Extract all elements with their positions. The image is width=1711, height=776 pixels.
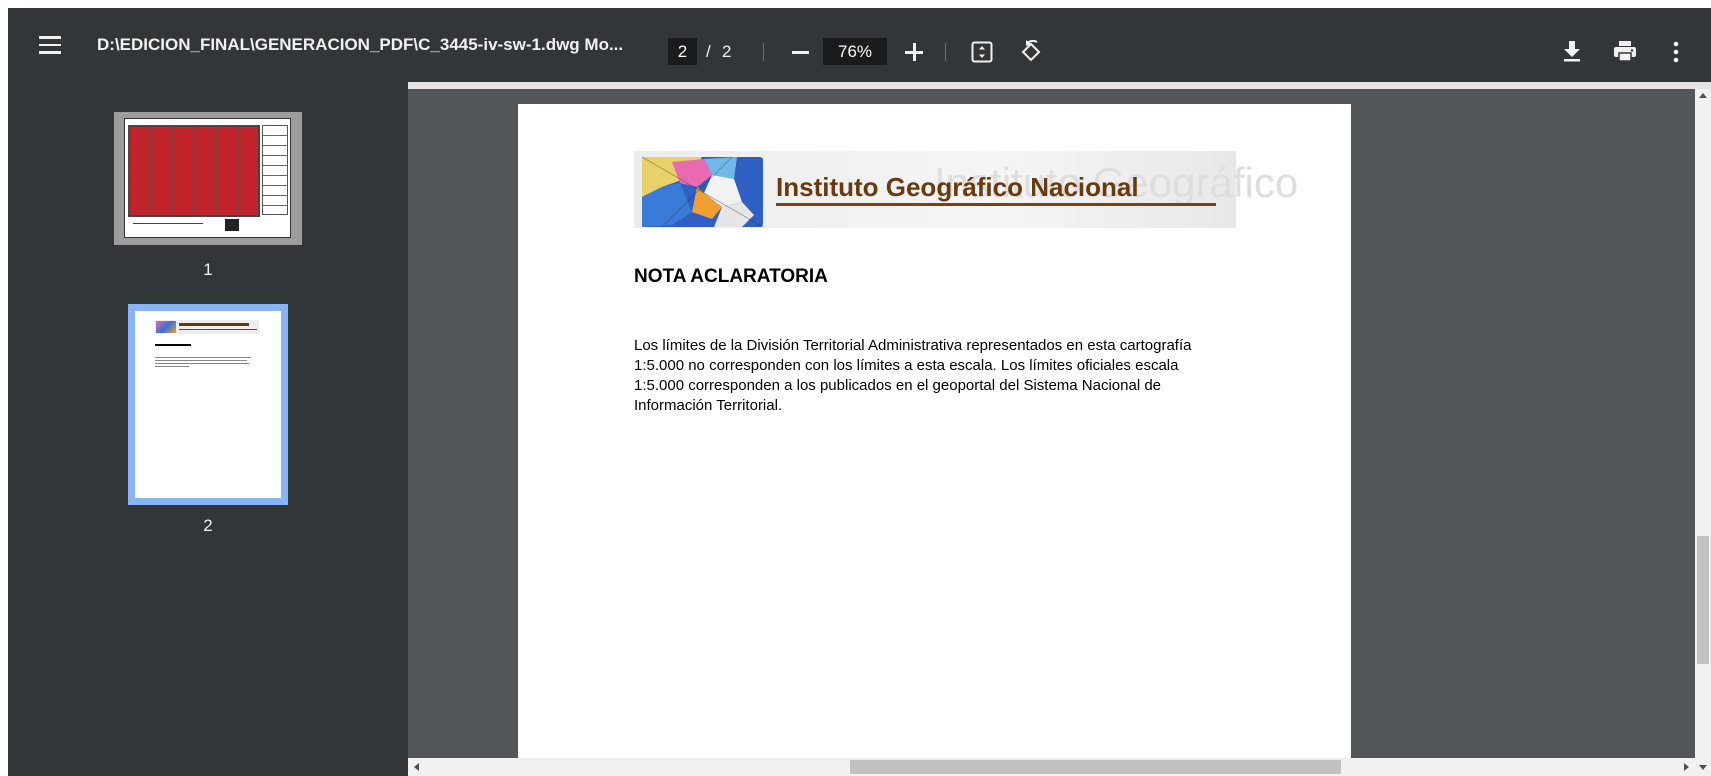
page-number-input[interactable]: 2 — [668, 38, 697, 65]
page-separator: / — [706, 42, 711, 61]
viewer-top-shadow — [408, 82, 1711, 89]
pdf-viewer-window: D:\EDICION_FINAL\GENERACION_PDF\C_3445-i… — [8, 8, 1711, 776]
document-paragraph: Los límites de la División Territorial A… — [634, 337, 1192, 414]
hamburger-icon[interactable] — [39, 36, 61, 54]
zoom-in-icon[interactable] — [905, 43, 923, 61]
page-total: 2 — [722, 42, 732, 61]
document-heading: NOTA ACLARATORIA — [634, 266, 828, 287]
thumbnail-page-1[interactable] — [114, 112, 302, 245]
thumbnail-page-2-image — [135, 311, 281, 498]
scroll-right-icon[interactable] — [1684, 763, 1689, 771]
document-viewer[interactable]: Instituto Geográfico Instituto Geográfic… — [408, 82, 1711, 776]
toolbar: D:\EDICION_FINAL\GENERACION_PDF\C_3445-i… — [8, 8, 1711, 82]
scroll-left-icon[interactable] — [414, 763, 419, 771]
fit-page-icon[interactable] — [970, 40, 994, 64]
vertical-scrollbar[interactable] — [1695, 89, 1711, 776]
thumbnail-sidebar: 1 2 — [8, 82, 408, 776]
horizontal-scrollbar-thumb[interactable] — [850, 760, 1341, 774]
ign-logo-icon — [642, 157, 763, 227]
vertical-scrollbar-thumb[interactable] — [1697, 536, 1709, 664]
banner-title: Instituto Geográfico Nacional — [776, 172, 1139, 202]
toolbar-divider — [945, 43, 946, 61]
banner-underline — [776, 203, 1216, 206]
thumbnail-label-2: 2 — [203, 516, 213, 535]
zoom-level-input[interactable]: 76% — [823, 38, 887, 65]
download-icon[interactable] — [1561, 39, 1583, 63]
toolbar-divider — [763, 43, 764, 61]
scroll-up-icon[interactable] — [1699, 93, 1707, 98]
rotate-icon[interactable] — [1018, 39, 1044, 65]
thumbnail-label-1: 1 — [203, 260, 213, 279]
horizontal-scrollbar[interactable] — [408, 758, 1695, 776]
thumbnail-page-1-image — [124, 118, 291, 238]
more-icon[interactable] — [1672, 40, 1680, 64]
institution-banner: Instituto Geográfico Instituto Geográfic… — [634, 151, 1298, 228]
thumbnail-page-2[interactable] — [128, 304, 288, 505]
pdf-page: Instituto Geográfico Instituto Geográfic… — [518, 104, 1351, 776]
document-title: D:\EDICION_FINAL\GENERACION_PDF\C_3445-i… — [97, 35, 624, 54]
scroll-down-icon[interactable] — [1699, 765, 1707, 770]
print-icon[interactable] — [1612, 39, 1638, 63]
zoom-out-icon[interactable] — [792, 51, 809, 54]
